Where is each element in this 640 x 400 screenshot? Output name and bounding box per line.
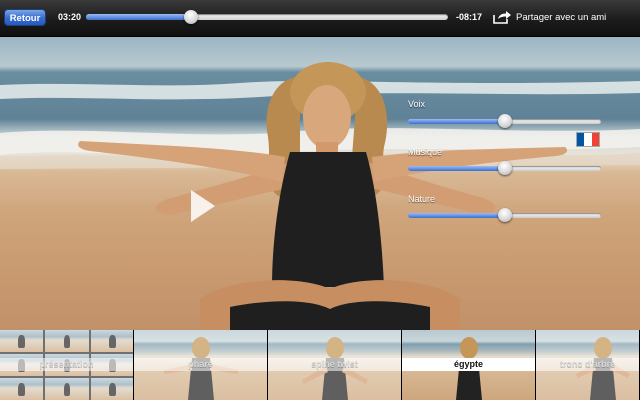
chapter-tronc-d-arbre[interactable]: tronc d'arbre [536, 330, 640, 400]
voice-volume-knob[interactable] [497, 114, 512, 128]
nature-volume-slider[interactable] [408, 208, 601, 222]
video-player[interactable]: Voix Musique Nature [0, 37, 640, 330]
chapter-spine-twist[interactable]: spine twist [268, 330, 402, 400]
player-toolbar: Retour 03:20 -08:17 Partager avec un ami [0, 0, 640, 37]
voice-slider-label: Voix [408, 99, 426, 109]
back-button[interactable]: Retour [4, 9, 46, 26]
language-flag-icon[interactable] [577, 133, 599, 146]
chapter-label: phare [134, 358, 267, 371]
chapter-presentation[interactable]: présentation [0, 330, 134, 400]
music-slider-label: Musique [408, 147, 443, 157]
voice-volume-fill [408, 119, 505, 124]
flag-stripe [584, 133, 592, 146]
play-icon[interactable] [190, 189, 216, 223]
elapsed-time: 03:20 [58, 12, 82, 22]
share-label: Partager avec un ami [516, 11, 607, 23]
flag-stripe [591, 133, 599, 146]
music-volume-fill [408, 166, 505, 171]
nature-volume-fill [408, 213, 505, 218]
playback-progress-fill [86, 14, 191, 20]
remaining-time: -08:17 [456, 12, 483, 22]
music-volume-slider[interactable] [408, 161, 601, 175]
playback-scrubber-knob[interactable] [183, 10, 198, 24]
share-icon [493, 11, 511, 24]
voice-volume-slider[interactable] [408, 114, 601, 128]
share-button[interactable]: Partager avec un ami [492, 7, 606, 27]
chapter-strip: présentation phare spine twist égypte tr… [0, 330, 640, 400]
chapter-phare[interactable]: phare [134, 330, 268, 400]
chapter-label: spine twist [268, 358, 401, 371]
music-volume-knob[interactable] [497, 161, 512, 175]
chapter-egypte[interactable]: égypte [402, 330, 536, 400]
nature-slider-label: Nature [408, 194, 436, 204]
flag-stripe [577, 133, 585, 146]
chapter-label: présentation [0, 358, 133, 371]
nature-volume-knob[interactable] [497, 208, 512, 222]
chapter-label: tronc d'arbre [536, 358, 639, 371]
chapter-label: égypte [402, 358, 535, 371]
video-frame [0, 62, 640, 330]
playback-scrubber[interactable] [86, 10, 448, 24]
